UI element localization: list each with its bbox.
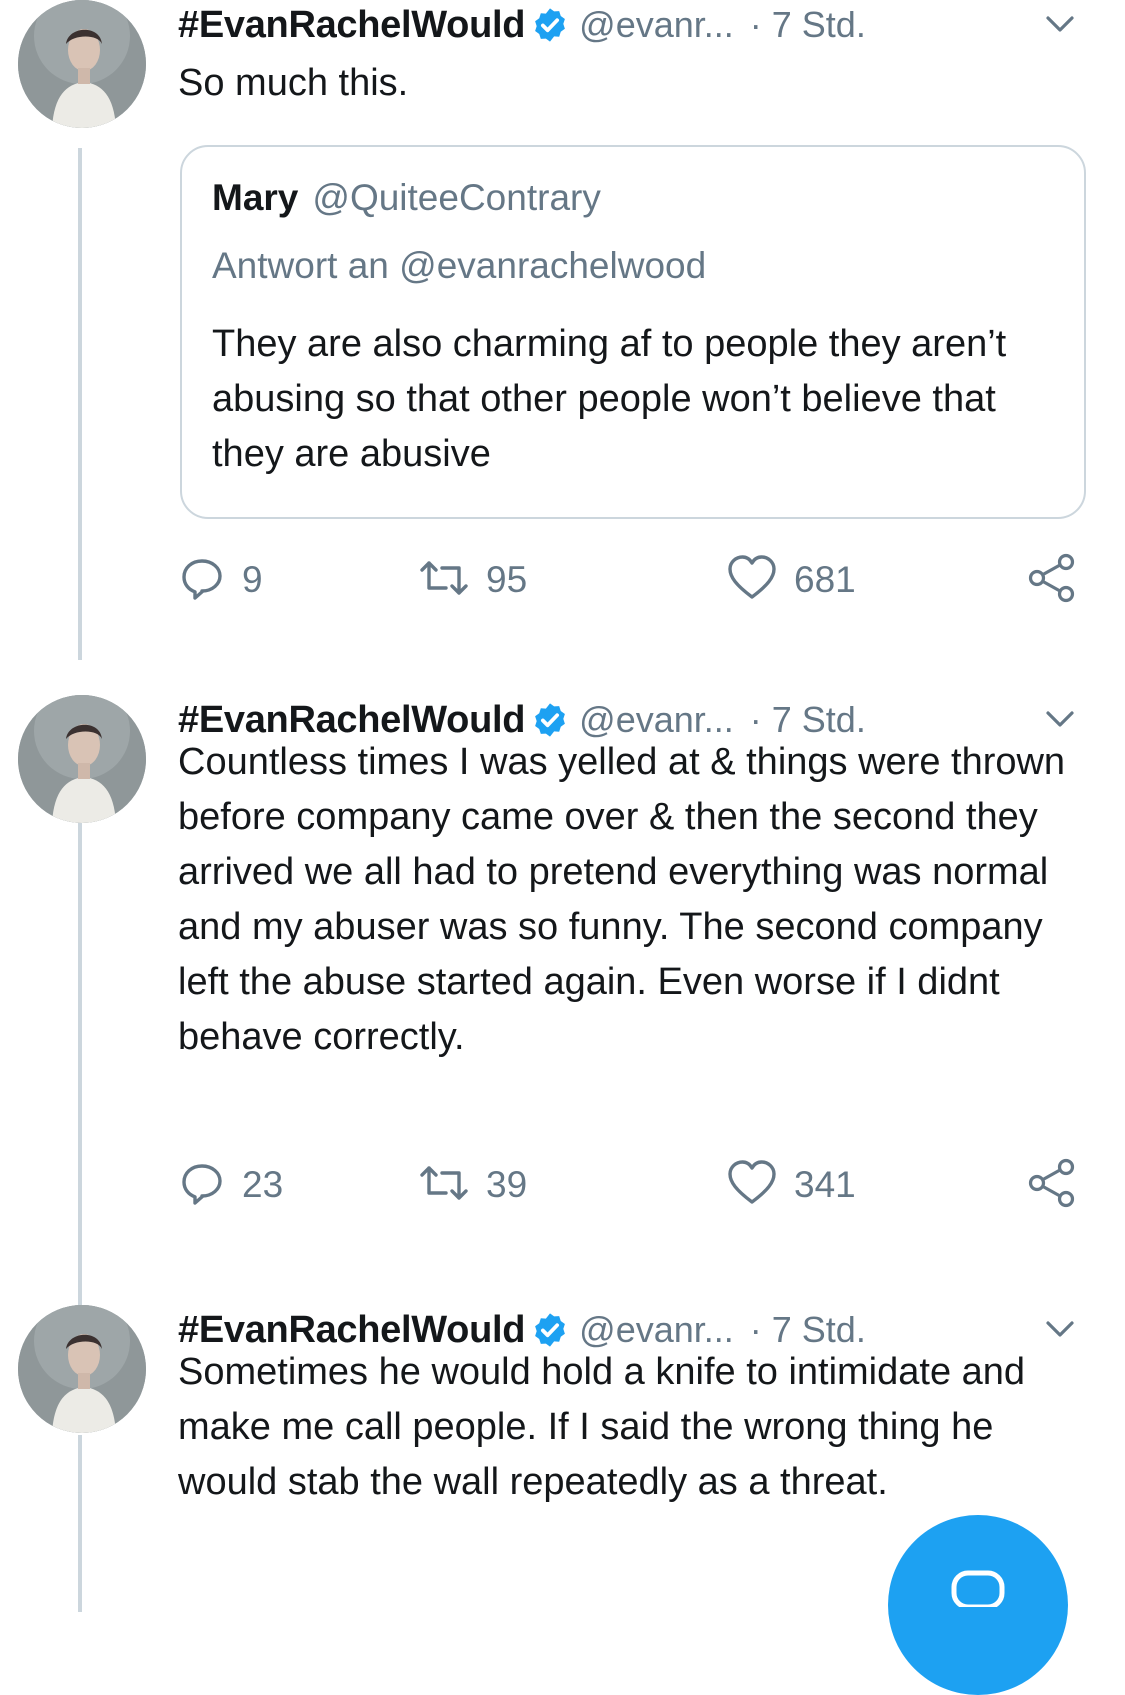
quoted-handle: @QuiteeContrary	[312, 177, 601, 218]
like-count: 341	[794, 1164, 856, 1205]
quoted-text: They are also charming af to people they…	[212, 323, 1007, 475]
reply-count: 23	[242, 1164, 284, 1205]
quoted-display-name: Mary	[212, 177, 299, 218]
retweet-count: 95	[486, 559, 528, 600]
share-button[interactable]	[1026, 550, 1078, 610]
chevron-down-icon[interactable]	[1043, 1317, 1077, 1346]
avatar-image	[18, 695, 146, 823]
reply-icon	[178, 1159, 226, 1212]
quoted-reply-to: Antwort an @evanrachelwood	[212, 245, 707, 286]
reply-button[interactable]: 9	[178, 550, 263, 610]
compose-tweet-button[interactable]	[888, 1515, 1068, 1695]
retweet-button[interactable]: 39	[418, 1155, 527, 1215]
quoted-header: Mary @QuiteeContrary	[212, 177, 601, 219]
retweet-icon	[418, 1163, 470, 1208]
verified-badge-icon	[531, 6, 569, 44]
retweet-icon	[418, 558, 470, 603]
tweet-text: Sometimes he would hold a knife to intim…	[178, 1351, 1026, 1503]
handle[interactable]: @evanr...	[579, 4, 734, 46]
action-bar: 9 95 681	[178, 550, 1078, 610]
tweet[interactable]: #EvanRachelWould @evanr... · 7 Std. Coun…	[0, 695, 1125, 1255]
avatar[interactable]	[18, 695, 146, 823]
action-bar: 23 39 341	[178, 1155, 1078, 1215]
display-name[interactable]: #EvanRachelWould	[178, 4, 525, 47]
avatar-image	[18, 1305, 146, 1433]
retweet-count: 39	[486, 1164, 528, 1205]
verified-badge-icon	[531, 1311, 569, 1349]
avatar-image	[18, 0, 146, 128]
heart-icon	[726, 554, 778, 607]
chevron-down-icon[interactable]	[1043, 12, 1077, 41]
share-button[interactable]	[1026, 1155, 1078, 1215]
timestamp[interactable]: · 7 Std.	[750, 4, 866, 46]
tweet[interactable]: #EvanRachelWould @evanr... · 7 Std. So m…	[0, 0, 1125, 640]
reply-button[interactable]: 23	[178, 1155, 283, 1215]
reply-count: 9	[242, 559, 263, 600]
compose-tweet-icon	[948, 1567, 1008, 1612]
heart-icon	[726, 1159, 778, 1212]
retweet-button[interactable]: 95	[418, 550, 527, 610]
avatar[interactable]	[18, 1305, 146, 1433]
tweet-text: Countless times I was yelled at & things…	[178, 741, 1066, 1058]
like-button[interactable]: 341	[726, 1155, 856, 1215]
avatar[interactable]	[18, 0, 146, 128]
share-icon	[1026, 552, 1078, 609]
reply-icon	[178, 554, 226, 607]
verified-badge-icon	[531, 701, 569, 739]
share-icon	[1026, 1157, 1078, 1214]
like-button[interactable]: 681	[726, 550, 856, 610]
like-count: 681	[794, 559, 856, 600]
quoted-tweet[interactable]: Mary @QuiteeContrary Antwort an @evanrach…	[180, 145, 1086, 519]
tweet-text: So much this.	[178, 62, 409, 104]
chevron-down-icon[interactable]	[1043, 707, 1077, 736]
tweet-header: #EvanRachelWould @evanr... · 7 Std.	[178, 0, 1125, 50]
